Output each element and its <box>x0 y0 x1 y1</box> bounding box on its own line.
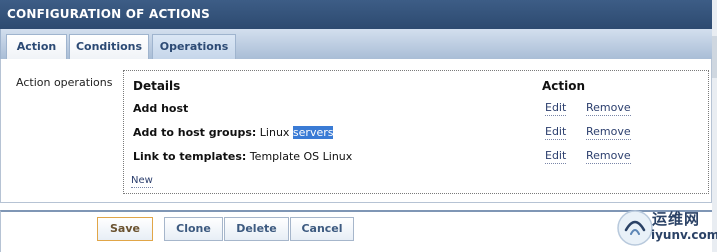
section-header: CONFIGURATION OF ACTIONS <box>0 0 712 29</box>
edit-operation-link[interactable]: Edit <box>545 149 567 164</box>
operation-value: Template OS Linux <box>249 150 353 163</box>
selected-text: servers <box>292 126 334 139</box>
remove-operation-link[interactable]: Remove <box>586 125 631 140</box>
action-column-header: Action <box>542 79 586 93</box>
delete-button[interactable]: Delete <box>224 217 289 241</box>
remove-operation-link[interactable]: Remove <box>586 101 631 116</box>
new-operation-link[interactable]: New <box>131 174 153 188</box>
section-title: CONFIGURATION OF ACTIONS <box>7 7 210 21</box>
remove-operation-link[interactable]: Remove <box>586 149 631 164</box>
operation-label: Link to templates: <box>133 150 247 163</box>
operation-row-details: Link to templates: Template OS Linux <box>133 150 352 163</box>
clone-button[interactable]: Clone <box>164 217 223 241</box>
details-column-header: Details <box>133 79 181 93</box>
watermark-url: iyunv.com <box>651 228 717 242</box>
tab-conditions[interactable]: Conditions <box>69 34 149 59</box>
operation-row-details: Add to host groups: Linux servers <box>133 126 334 139</box>
tab-operations[interactable]: Operations <box>152 34 236 59</box>
tab-bar: Action Conditions Operations <box>0 29 712 59</box>
watermark-text: 运维网 <box>652 210 701 228</box>
action-operations-label: Action operations <box>16 76 113 89</box>
cancel-button[interactable]: Cancel <box>290 217 354 241</box>
operation-label: Add to host groups: <box>133 126 257 139</box>
save-button[interactable]: Save <box>97 217 153 241</box>
edit-operation-link[interactable]: Edit <box>545 125 567 140</box>
operation-row-details: Add host <box>133 102 188 115</box>
edit-operation-link[interactable]: Edit <box>545 101 567 116</box>
operation-label: Add host <box>133 102 189 115</box>
window-scrollbar[interactable] <box>712 0 717 252</box>
tab-action[interactable]: Action <box>6 34 67 59</box>
operation-value: Linux <box>259 126 293 139</box>
scrollbar-thumb[interactable] <box>712 36 717 78</box>
